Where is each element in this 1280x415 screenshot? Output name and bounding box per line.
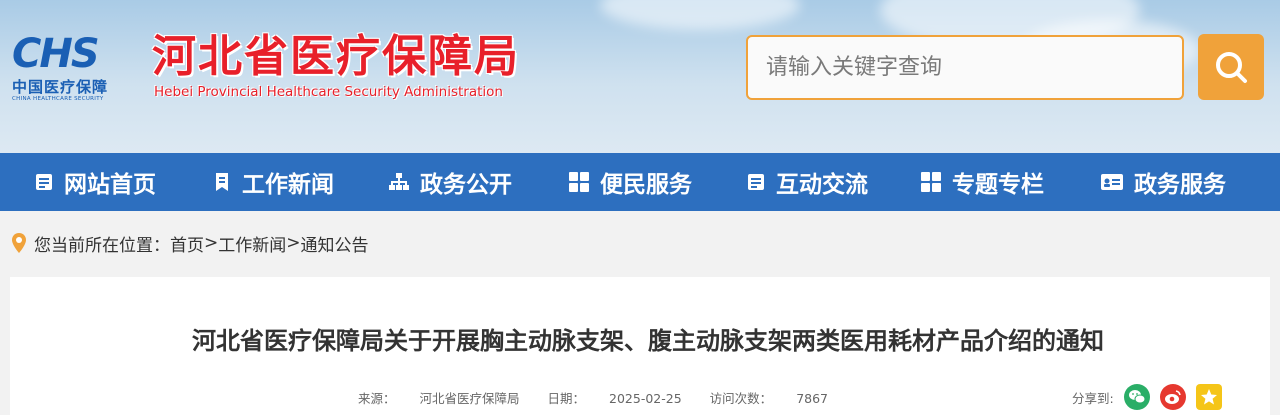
site-subtitle: Hebei Provincial Healthcare Security Adm… bbox=[154, 84, 503, 100]
chs-logo-en: CHINA HEALTHCARE SECURITY bbox=[12, 96, 104, 102]
grid-icon bbox=[921, 172, 941, 192]
sitemap-icon bbox=[389, 173, 409, 190]
article-meta: 来源： 河北省医疗保障局 日期： 2025-02-25 访问次数： 7867 bbox=[358, 388, 852, 407]
site-title[interactable]: 河北省医疗保障局 bbox=[152, 32, 520, 82]
article-title: 河北省医疗保障局关于开展胸主动脉支架、腹主动脉支架两类医用耗材产品介绍的通知 bbox=[192, 327, 1104, 355]
star-glyph bbox=[1200, 389, 1217, 405]
article-views: 访问次数： 7867 bbox=[709, 391, 828, 406]
nav-item-label: 政务服务 bbox=[1134, 172, 1226, 198]
cloud-decoration bbox=[600, 0, 800, 30]
location-pin-icon bbox=[12, 233, 26, 253]
document-icon bbox=[36, 174, 52, 190]
nav-item-topics[interactable]: 专题专栏 bbox=[920, 153, 1044, 211]
nav-item-services[interactable]: 便民服务 bbox=[568, 153, 692, 211]
bookmark-icon bbox=[216, 173, 228, 191]
weibo-glyph bbox=[1164, 390, 1181, 404]
nav-item-label: 政务公开 bbox=[420, 172, 512, 198]
nav-item-home[interactable]: 网站首页 bbox=[34, 153, 156, 211]
id-card-icon bbox=[1101, 174, 1123, 190]
nav-item-interaction[interactable]: 互动交流 bbox=[746, 153, 868, 211]
nav-item-gov-affairs[interactable]: 政务公开 bbox=[388, 153, 512, 211]
share-bar: 分享到: bbox=[1072, 384, 1222, 410]
chs-logo[interactable]: CHS 中国医疗保障 CHINA HEALTHCARE SECURITY bbox=[12, 34, 130, 106]
nav-item-label: 便民服务 bbox=[600, 172, 692, 198]
site-header: CHS 中国医疗保障 CHINA HEALTHCARE SECURITY 河北省… bbox=[0, 0, 1280, 153]
grid-icon bbox=[569, 172, 589, 192]
breadcrumb-prefix: 您当前所在位置： bbox=[34, 235, 170, 256]
share-label: 分享到: bbox=[1072, 390, 1114, 406]
article-source: 来源： 河北省医疗保障局 bbox=[358, 391, 520, 406]
nav-item-gov-services[interactable]: 政务服务 bbox=[1100, 153, 1226, 211]
main-nav: 网站首页 工作新闻 政务公开 便民服务 互动交流 专题专栏 政务服务 bbox=[0, 153, 1280, 211]
article-date: 日期： 2025-02-25 bbox=[547, 391, 682, 406]
wechat-glyph bbox=[1128, 390, 1146, 404]
chs-logo-cn: 中国医疗保障 bbox=[12, 78, 109, 96]
nav-item-label: 工作新闻 bbox=[242, 172, 334, 198]
breadcrumb-notices[interactable]: 通知公告 bbox=[301, 231, 369, 256]
breadcrumb: 您当前所在位置： 首页 > 工作新闻 > 通知公告 bbox=[12, 231, 369, 256]
wechat-icon[interactable] bbox=[1123, 384, 1150, 410]
breadcrumb-separator: > bbox=[204, 233, 219, 253]
article-card: 河北省医疗保障局关于开展胸主动脉支架、腹主动脉支架两类医用耗材产品介绍的通知 来… bbox=[10, 277, 1270, 415]
search-icon bbox=[1216, 52, 1247, 83]
weibo-icon[interactable] bbox=[1159, 384, 1186, 410]
qzone-icon[interactable] bbox=[1195, 384, 1222, 410]
nav-item-label: 互动交流 bbox=[776, 172, 868, 198]
breadcrumb-separator: > bbox=[286, 233, 301, 253]
search-input[interactable] bbox=[746, 35, 1184, 100]
chs-logo-mark: CHS bbox=[12, 31, 100, 77]
nav-item-label: 网站首页 bbox=[64, 172, 156, 198]
document-icon bbox=[748, 174, 764, 190]
breadcrumb-news[interactable]: 工作新闻 bbox=[218, 231, 286, 256]
nav-item-label: 专题专栏 bbox=[952, 172, 1044, 198]
nav-item-news[interactable]: 工作新闻 bbox=[214, 153, 334, 211]
search-button[interactable] bbox=[1198, 34, 1264, 100]
breadcrumb-home[interactable]: 首页 bbox=[170, 231, 204, 256]
